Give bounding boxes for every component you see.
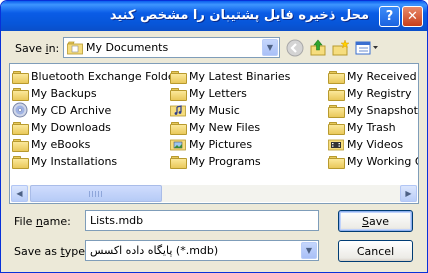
folder-icon [328, 155, 345, 169]
list-item[interactable]: My Installations [12, 153, 117, 169]
list-item[interactable]: My Working On [328, 153, 418, 169]
list-item[interactable]: My Registry [328, 85, 412, 101]
documents-folder-icon [67, 41, 83, 58]
folder-icon [12, 87, 29, 101]
scroll-left-icon[interactable]: ◀ [11, 185, 28, 202]
list-item-label: My Registry [347, 86, 412, 100]
list-item[interactable]: My Downloads [12, 119, 111, 135]
list-item-label: My Working On [347, 154, 418, 168]
close-button[interactable]: ✕ [402, 6, 423, 27]
scrollbar-thumb[interactable] [30, 185, 162, 202]
list-item-label: My Programs [189, 154, 261, 168]
file-name-field[interactable]: Lists.mdb [85, 210, 319, 231]
list-item-label: My Pictures [189, 137, 253, 151]
folder-icon [170, 87, 187, 101]
help-button[interactable]: ? [379, 6, 400, 27]
list-item[interactable]: My Pictures [170, 136, 252, 152]
list-item[interactable]: My New Files [170, 119, 260, 135]
save-in-dropdown[interactable]: My Documents ▼ [63, 37, 280, 58]
save-in-label: Save in: [15, 42, 60, 55]
list-item[interactable]: Bluetooth Exchange Folder [12, 68, 179, 84]
chevron-down-icon[interactable]: ▼ [301, 242, 317, 259]
up-folder-icon[interactable] [308, 38, 328, 58]
list-item[interactable]: My Snapshots [328, 102, 419, 118]
list-item-label: My Trash [347, 120, 396, 134]
list-item-label: My CD Archive [31, 103, 112, 117]
cancel-button[interactable]: Cancel [338, 240, 413, 262]
folder-icon [170, 121, 187, 135]
videos-folder-icon [328, 139, 344, 151]
window-title: محل ذخیره فایل پشتیبان را مشخص کنید [109, 8, 369, 23]
back-icon[interactable] [285, 38, 305, 58]
list-item[interactable]: My CD Archive [12, 102, 111, 118]
list-item-label: My Music [189, 103, 240, 117]
list-item[interactable]: My Programs [170, 153, 261, 169]
view-menu-icon[interactable] [354, 38, 380, 58]
list-item[interactable]: My Letters [170, 85, 247, 101]
folder-icon [12, 138, 29, 152]
list-item-label: My New Files [189, 120, 261, 134]
list-item[interactable]: My eBooks [12, 136, 90, 152]
list-item-label: My Received Fi [347, 69, 418, 83]
list-item[interactable]: My Backups [12, 85, 97, 101]
list-item-label: Bluetooth Exchange Folder [31, 69, 180, 83]
file-list[interactable]: Bluetooth Exchange Folder My Backups My … [9, 63, 419, 204]
folder-icon [328, 121, 345, 135]
save-button[interactable]: Save [338, 210, 413, 232]
folder-icon [328, 70, 345, 84]
list-item[interactable]: My Trash [328, 119, 396, 135]
save-as-type-value: پایگاه داده اکسس (*.mdb) [90, 244, 219, 257]
pictures-folder-icon [170, 139, 186, 151]
list-item-label: My Letters [189, 86, 247, 100]
save-in-value: My Documents [86, 41, 169, 54]
chevron-down-icon[interactable]: ▼ [262, 39, 278, 56]
save-as-type-dropdown[interactable]: پایگاه داده اکسس (*.mdb) ▼ [85, 240, 319, 261]
new-folder-icon[interactable] [331, 38, 351, 58]
folder-icon [170, 70, 187, 84]
folder-icon [328, 104, 345, 118]
list-item-label: My Downloads [31, 120, 111, 134]
title-bar[interactable]: محل ذخیره فایل پشتیبان را مشخص کنید ? ✕ [1, 1, 427, 31]
folder-icon [12, 155, 29, 169]
file-name-label: File name: [14, 215, 71, 228]
list-item[interactable]: My Received Fi [328, 68, 418, 84]
folder-icon [328, 87, 345, 101]
list-item-label: My Videos [347, 137, 404, 151]
save-file-dialog: محل ذخیره فایل پشتیبان را مشخص کنید ? ✕ … [0, 0, 428, 273]
list-item-label: My eBooks [31, 137, 91, 151]
list-item-label: My Latest Binaries [189, 69, 291, 83]
list-item[interactable]: My Videos [328, 136, 403, 152]
save-as-type-label: Save as type: [14, 245, 89, 258]
folder-icon [12, 121, 29, 135]
folder-icon [12, 70, 29, 84]
music-folder-icon [170, 105, 186, 117]
folder-icon [170, 155, 187, 169]
list-item[interactable]: My Music [170, 102, 240, 118]
scroll-right-icon[interactable]: ▶ [400, 185, 417, 202]
list-item[interactable]: My Latest Binaries [170, 68, 290, 84]
list-item-label: My Backups [31, 86, 97, 100]
horizontal-scrollbar[interactable]: ◀ ▶ [11, 185, 417, 202]
cd-archive-icon [12, 102, 28, 118]
list-item-label: My Snapshots [347, 103, 419, 117]
list-item-label: My Installations [31, 154, 118, 168]
